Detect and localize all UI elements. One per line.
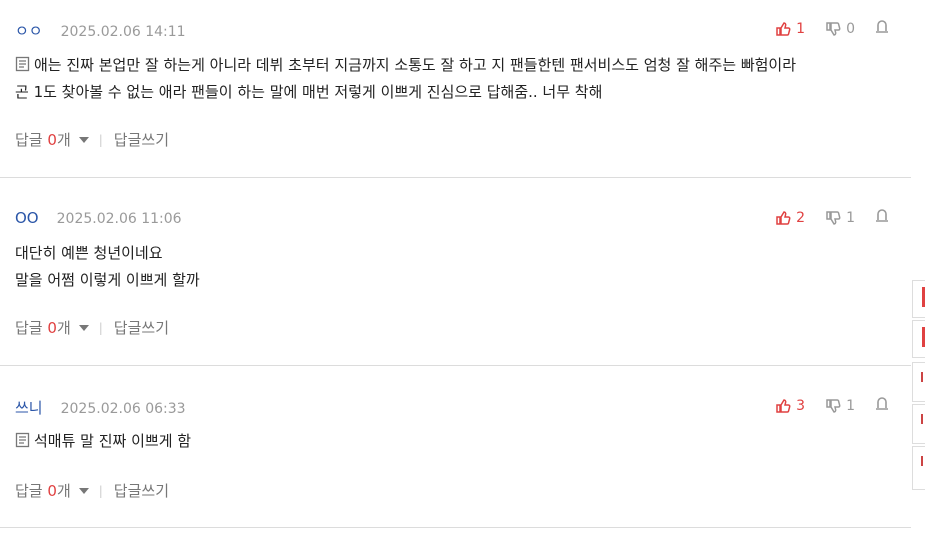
comment-item: 쓰니 2025.02.06 06:33 3 1 석매튜 말 진짜 이쁘게 함 답… [0, 366, 911, 528]
comment-body: 대단히 예쁜 청년이네요 말을 어쩜 이렇게 이쁘게 할까 [15, 240, 891, 294]
comment-line-text: 애는 진짜 본업만 잘 하는게 아니라 데뷔 초부터 지금까지 소통도 잘 하고… [34, 56, 797, 74]
comment-item: ㅇㅇ 2025.02.06 14:11 1 0 애는 진짜 본업만 잘 하는게 … [0, 0, 911, 178]
downvote-button[interactable]: 0 [825, 21, 855, 37]
comment-line: 대단히 예쁜 청년이네요 [15, 244, 163, 262]
thumbs-down-icon [826, 399, 841, 413]
comment-line: 석매튜 말 진짜 이쁘게 함 [15, 428, 891, 455]
downvote-button[interactable]: 1 [825, 210, 855, 226]
divider: | [98, 132, 103, 147]
reply-label: 답글 [15, 482, 43, 500]
comment-date: 2025.02.06 06:33 [60, 401, 186, 417]
caret-down-icon[interactable] [78, 487, 89, 494]
comment-line: 곤 1도 찾아볼 수 없는 애라 팬들이 하는 말에 매번 저렇게 이쁘게 진심… [15, 83, 603, 101]
report-button[interactable] [875, 397, 889, 415]
report-button[interactable] [875, 209, 889, 227]
comment-author[interactable]: OO [15, 209, 39, 227]
divider: | [98, 483, 103, 498]
vote-actions: 2 1 [775, 209, 889, 227]
upvote-count: 1 [796, 21, 806, 37]
comment-line: 애는 진짜 본업만 잘 하는게 아니라 데뷔 초부터 지금까지 소통도 잘 하고… [15, 52, 891, 79]
upvote-button[interactable]: 3 [775, 398, 805, 414]
reply-count: 0 [47, 131, 57, 149]
reply-count: 0 [47, 482, 57, 500]
memo-icon [15, 56, 30, 72]
report-icon [876, 209, 888, 222]
reply-label: 답글 [15, 131, 43, 149]
comment-date: 2025.02.06 14:11 [60, 24, 186, 40]
reply-unit: 개 [56, 482, 71, 500]
side-tab-1[interactable] [912, 280, 925, 318]
memo-icon [15, 432, 30, 448]
vote-actions: 3 1 [775, 397, 889, 415]
comment-item: OO 2025.02.06 11:06 2 1 대단히 예쁜 청년이네요 말을 … [0, 178, 911, 366]
comment-line-text: 석매튜 말 진짜 이쁘게 함 [34, 432, 192, 450]
side-tab-4[interactable] [912, 404, 925, 444]
comment-line: 말을 어쩜 이렇게 이쁘게 할까 [15, 271, 200, 289]
divider: | [98, 320, 103, 335]
thumbs-down-icon [826, 211, 841, 225]
side-tab-glyph [921, 372, 925, 382]
reply-toggle[interactable]: 답글 0개 [15, 129, 71, 150]
upvote-button[interactable]: 2 [775, 210, 805, 226]
reply-toggle[interactable]: 답글 0개 [15, 480, 71, 501]
reply-label: 답글 [15, 319, 43, 337]
caret-down-icon[interactable] [78, 136, 89, 143]
comment-meta: OO 2025.02.06 11:06 [15, 209, 182, 227]
comment-body: 석매튜 말 진짜 이쁘게 함 [15, 428, 891, 455]
thumbs-up-icon [776, 22, 791, 36]
comment-author[interactable]: ㅇㅇ [15, 20, 43, 41]
reply-bar: 답글 0개 | 답글쓰기 [15, 129, 169, 150]
thumbs-up-icon [776, 211, 791, 225]
side-tab-2[interactable] [912, 320, 925, 358]
upvote-count: 3 [796, 398, 806, 414]
downvote-count: 0 [846, 21, 855, 37]
report-icon [876, 20, 888, 33]
caret-down-icon[interactable] [78, 324, 89, 331]
upvote-count: 2 [796, 210, 806, 226]
comment-author[interactable]: 쓰니 [15, 397, 43, 418]
report-button[interactable] [875, 20, 889, 38]
comment-body: 애는 진짜 본업만 잘 하는게 아니라 데뷔 초부터 지금까지 소통도 잘 하고… [15, 52, 891, 106]
write-reply-button[interactable]: 답글쓰기 [114, 480, 169, 501]
comment-meta: 쓰니 2025.02.06 06:33 [15, 397, 186, 418]
reply-unit: 개 [56, 131, 71, 149]
comment-date: 2025.02.06 11:06 [56, 211, 182, 227]
reply-bar: 답글 0개 | 답글쓰기 [15, 317, 169, 338]
side-tab-3[interactable] [912, 362, 925, 402]
thumbs-up-icon [776, 399, 791, 413]
vote-actions: 1 0 [775, 20, 889, 38]
reply-count: 0 [47, 319, 57, 337]
downvote-count: 1 [846, 210, 855, 226]
reply-bar: 답글 0개 | 답글쓰기 [15, 480, 169, 501]
downvote-count: 1 [846, 398, 855, 414]
comment-meta: ㅇㅇ 2025.02.06 14:11 [15, 20, 186, 41]
reply-unit: 개 [56, 319, 71, 337]
upvote-button[interactable]: 1 [775, 21, 805, 37]
write-reply-button[interactable]: 답글쓰기 [114, 317, 169, 338]
downvote-button[interactable]: 1 [825, 398, 855, 414]
side-tab-glyph [921, 456, 925, 466]
side-tab-5[interactable] [912, 446, 925, 490]
thumbs-down-icon [826, 22, 841, 36]
side-tab-glyph [921, 414, 925, 424]
write-reply-button[interactable]: 답글쓰기 [114, 129, 169, 150]
report-icon [876, 397, 888, 410]
reply-toggle[interactable]: 답글 0개 [15, 317, 71, 338]
